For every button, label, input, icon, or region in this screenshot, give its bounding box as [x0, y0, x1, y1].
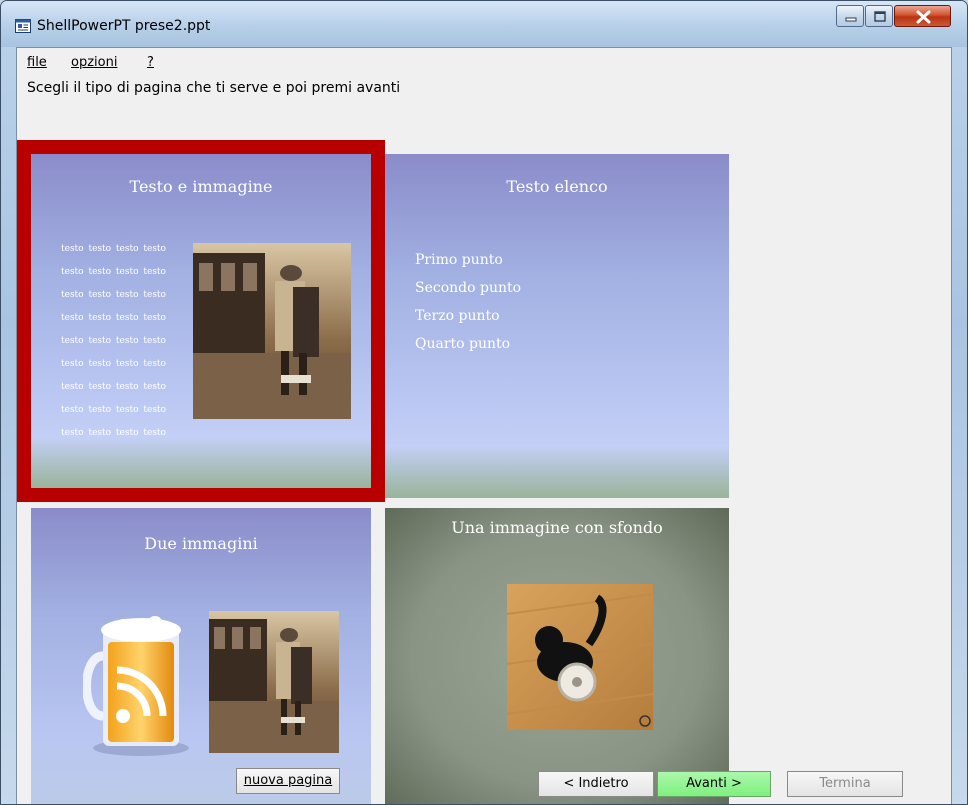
bullet-item: Primo punto	[415, 252, 503, 268]
text-line: testo testo testo testo	[61, 313, 166, 323]
maximize-button[interactable]	[865, 5, 893, 27]
bullet-item: Secondo punto	[415, 280, 522, 296]
next-button[interactable]: Avanti >	[657, 771, 771, 797]
template-title: Testo e immagine	[129, 177, 273, 196]
text-line: testo testo testo testo	[61, 428, 166, 438]
template-text-list[interactable]: Testo elenco Primo punto Secondo punto T…	[385, 154, 729, 498]
text-line: testo testo testo testo	[61, 336, 166, 346]
cat-figurine-image	[507, 584, 653, 730]
template-title: Testo elenco	[506, 177, 608, 196]
text-line: testo testo testo testo	[61, 382, 166, 392]
instruction-text: Scegli il tipo di pagina che ti serve e …	[27, 80, 401, 96]
template-title: Una immagine con sfondo	[451, 518, 663, 537]
app-window: ShellPowerPT prese2.ppt file opzioni ? S…	[0, 0, 968, 805]
window-title: ShellPowerPT prese2.ppt	[37, 18, 211, 34]
template-body-text: testo testo testo testo testo testo test…	[61, 238, 186, 445]
text-line: testo testo testo testo	[61, 267, 166, 277]
menu-help[interactable]: ?	[147, 55, 154, 70]
couple-photo	[193, 243, 351, 419]
template-two-images[interactable]: Due immagini	[31, 508, 371, 804]
menu-file[interactable]: file	[27, 55, 47, 70]
template-image-background[interactable]: Una immagine con sfondo	[385, 508, 729, 804]
bullet-item: Quarto punto	[415, 336, 511, 352]
template-title: Due immagini	[144, 534, 258, 553]
text-line: testo testo testo testo	[61, 244, 166, 254]
close-icon	[916, 10, 931, 24]
text-line: testo testo testo testo	[61, 359, 166, 369]
bullet-item: Terzo punto	[415, 308, 500, 324]
app-icon	[15, 19, 31, 33]
minimize-icon	[845, 17, 857, 22]
maximize-icon	[874, 11, 886, 22]
close-button[interactable]	[894, 5, 951, 27]
template-text-image[interactable]: Testo e immagine testo testo testo testo…	[31, 154, 371, 488]
new-page-button[interactable]: nuova pagina	[236, 768, 340, 794]
text-line: testo testo testo testo	[61, 405, 166, 415]
back-button[interactable]: < Indietro	[538, 771, 654, 797]
text-line: testo testo testo testo	[61, 290, 166, 300]
minimize-button[interactable]	[836, 5, 864, 27]
beer-rss-image	[83, 616, 189, 756]
menu-bar: file opzioni ?	[17, 50, 951, 70]
finish-button[interactable]: Termina	[787, 771, 903, 797]
client-area: file opzioni ? Scegli il tipo di pagina …	[16, 47, 952, 804]
couple-photo-small	[209, 611, 339, 753]
menu-opzioni[interactable]: opzioni	[71, 55, 117, 70]
template-text-image-selected-frame[interactable]: Testo e immagine testo testo testo testo…	[17, 140, 385, 502]
bullet-list: Primo punto Secondo punto Terzo punto Qu…	[415, 246, 521, 358]
title-bar: ShellPowerPT prese2.ppt	[1, 1, 967, 47]
